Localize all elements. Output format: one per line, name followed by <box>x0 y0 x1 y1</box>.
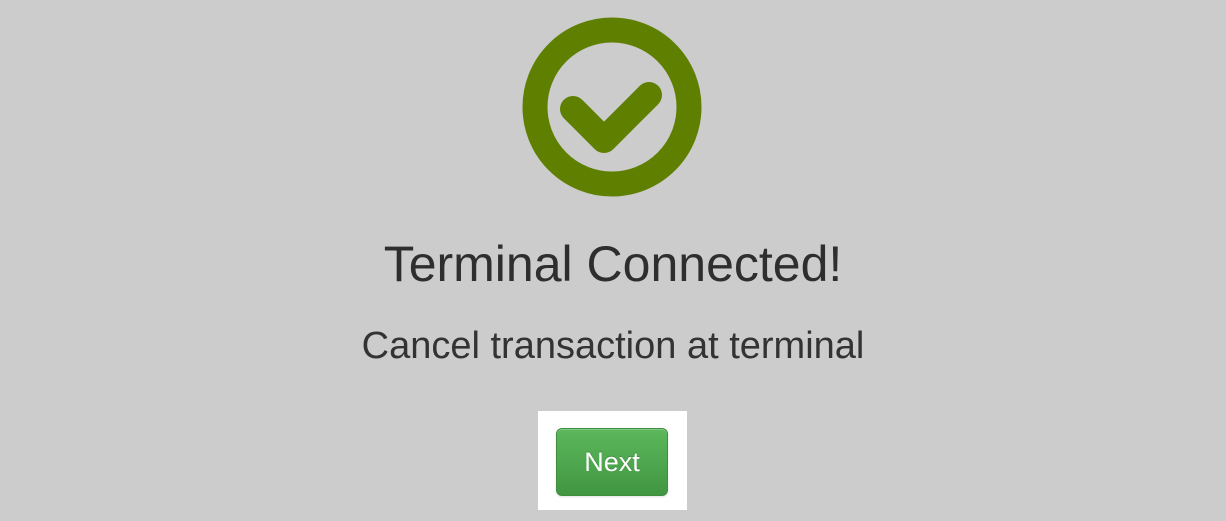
next-button[interactable]: Next <box>556 428 668 496</box>
status-message: Cancel transaction at terminal <box>361 325 865 367</box>
check-circle-icon <box>522 16 702 198</box>
status-title: Terminal Connected! <box>383 236 843 292</box>
